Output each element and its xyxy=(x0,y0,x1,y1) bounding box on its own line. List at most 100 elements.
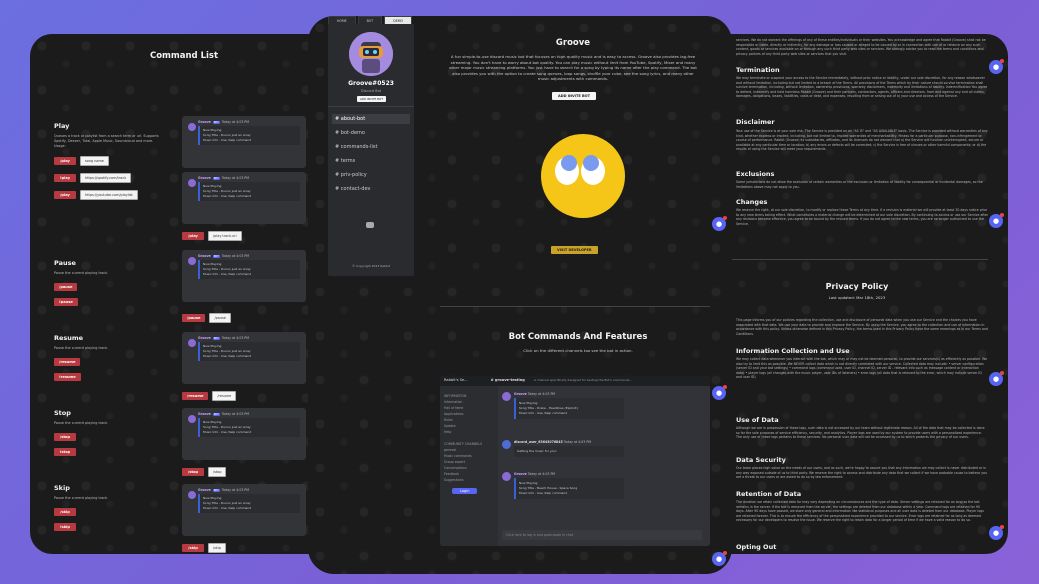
demo-command-row: /stop/stop xyxy=(182,467,227,477)
channel-commands-list[interactable]: # commands-list xyxy=(332,142,410,152)
bot-badge: BOT xyxy=(212,120,220,124)
bot-badge: BOT xyxy=(212,336,220,340)
demo-embed: Now Playing Song Title - Dunno just an ar… xyxy=(198,260,300,279)
section-heading: Stop xyxy=(54,409,71,417)
discord-channel-item[interactable]: Suggestions xyxy=(444,478,496,482)
demo-message-card: Groove BOT Today at 4:03 PM Now Playing Son… xyxy=(182,332,306,384)
skip-prefix-button[interactable]: !skip xyxy=(54,523,76,531)
demo-command-row: /pause/pause xyxy=(182,313,231,323)
bot-tag: Discord Bot xyxy=(360,89,382,93)
bot-avatar xyxy=(188,179,196,187)
bot-name: Groove#0523 xyxy=(348,80,394,87)
embed-meta: Music Info - Use /help command xyxy=(203,506,252,510)
discord-channel-item[interactable]: Music commands xyxy=(444,454,496,458)
bot-avatar xyxy=(349,32,393,76)
discord-icon[interactable]: ● xyxy=(989,59,1004,74)
discord-icon[interactable]: ● xyxy=(712,216,727,231)
discord-channel-item[interactable]: Group expert xyxy=(444,460,496,464)
terms-privacy-panel: services. We do not warrant the offering… xyxy=(706,34,1008,554)
chat-input[interactable]: Click here to log in and participate in … xyxy=(502,530,702,540)
pause-slash-button[interactable]: /pause xyxy=(54,283,78,291)
stop-prefix-button[interactable]: !stop xyxy=(54,448,76,456)
embed-meta: Music Info - Use /help command xyxy=(203,430,252,434)
section-text: We may terminate or suspend your access … xyxy=(736,76,988,99)
section-heading-exclusions: Exclusions xyxy=(736,170,775,178)
discord-channel-item[interactable]: Rules xyxy=(444,418,496,422)
play-arg-input[interactable]: song name xyxy=(80,156,109,166)
section-heading: Pause xyxy=(54,259,76,267)
demo-command-input[interactable]: /resume xyxy=(212,391,237,401)
visit-developer-button[interactable]: VISIT DEVELOPER xyxy=(551,246,598,254)
discord-icon[interactable]: ● xyxy=(989,213,1004,228)
discord-channel-item[interactable]: Conversations xyxy=(444,466,496,470)
bot-avatar xyxy=(188,339,196,347)
play-prefix-button[interactable]: !play xyxy=(54,174,76,182)
discord-icon[interactable]: ● xyxy=(712,385,727,400)
copyright-text: © Copyright 2023 Rabbit xyxy=(352,264,390,268)
googly-eyes-emoji-icon xyxy=(541,134,625,218)
play-slash-button[interactable]: /play xyxy=(54,191,76,199)
demo-command-button[interactable]: /pause xyxy=(182,314,206,322)
section-text: The duration we retain collected data fo… xyxy=(736,500,984,523)
login-button[interactable]: Login xyxy=(452,488,478,494)
embed-meta: Music Info - Use /help command xyxy=(203,354,252,358)
discord-channel-item[interactable]: Update xyxy=(444,424,496,428)
message-embed: Now Playing Song Title - Drake - Headline… xyxy=(514,398,624,419)
demo-message-card: Groove BOT Today at 4:03 PM Now Playing Son… xyxy=(182,250,306,302)
channel-about-bot[interactable]: # about-bot xyxy=(332,114,410,124)
robot-avatar-icon xyxy=(349,32,393,76)
resume-prefix-button[interactable]: !resume xyxy=(54,373,81,381)
demo-embed: Now Playing Song Title - Dunno just an ar… xyxy=(198,342,300,361)
discord-small-icon[interactable] xyxy=(366,222,374,228)
demo-command-input[interactable]: /skip xyxy=(208,543,226,553)
invite-bot-button[interactable]: ADD INVITE BOT xyxy=(552,92,597,100)
section-heading-use-of-data: Use of Data xyxy=(736,416,779,424)
embed-meta: Music Info - Use /help command xyxy=(203,194,252,198)
play-arg-input[interactable]: https://youtube.com/playlist xyxy=(80,190,138,200)
play-arg-input[interactable]: https://spotify.com/track xyxy=(80,173,132,183)
message-text: Getting the music for you! xyxy=(514,446,624,457)
resume-slash-button[interactable]: /resume xyxy=(54,358,81,366)
demo-command-input[interactable]: /stop xyxy=(208,467,227,477)
demo-command-input[interactable]: /play track.uri xyxy=(208,231,242,241)
section-heading: Play xyxy=(54,122,70,130)
skip-slash-button[interactable]: /skip xyxy=(54,508,76,516)
demo-command-input[interactable]: /pause xyxy=(209,313,231,323)
stop-slash-button[interactable]: /stop xyxy=(54,433,76,441)
demo-command-button[interactable]: /resume xyxy=(182,392,209,400)
discord-icon[interactable]: ● xyxy=(712,551,727,566)
section-heading-data-security: Data Security xyxy=(736,456,786,464)
discord-header: Rabbit's Se... # groove-testing A channe… xyxy=(440,376,710,386)
pause-prefix-button[interactable]: !pause xyxy=(54,298,78,306)
demo-time: Today at 4:03 PM xyxy=(221,412,250,416)
section-heading-retention: Retention of Data xyxy=(736,490,802,498)
discord-channel-item[interactable]: Applications xyxy=(444,412,496,416)
section-text: We reserve the right, at our sole discre… xyxy=(736,208,988,226)
play-slash-button[interactable]: /play xyxy=(54,157,76,165)
demo-command-button[interactable]: /stop xyxy=(182,468,204,476)
discord-channel-item[interactable]: Help xyxy=(444,430,496,434)
bot-avatar xyxy=(502,472,511,481)
discord-channel-item[interactable]: Information xyxy=(444,400,496,404)
section-heading-changes: Changes xyxy=(736,198,768,206)
demo-command-button[interactable]: /play xyxy=(182,232,204,240)
message-embed: Now Playing Song Title - Beach House - Sp… xyxy=(514,478,624,499)
demo-username: Groove xyxy=(198,412,211,416)
bot-badge: BOT xyxy=(212,412,220,416)
server-name: Rabbit's Se... xyxy=(444,378,468,382)
discord-channel-item[interactable]: Hall of fame xyxy=(444,406,496,410)
discord-message: Groove Today at 4:03 PM Now Playing Song … xyxy=(502,392,702,419)
discord-icon[interactable]: ● xyxy=(989,525,1004,540)
invite-bot-button-small[interactable]: ADD INVITE BOT xyxy=(357,96,386,102)
channel-priv-policy[interactable]: # priv-policy xyxy=(332,170,410,180)
discord-channel-item[interactable]: Feedback xyxy=(444,472,496,476)
demo-command-button[interactable]: /skip xyxy=(182,544,204,552)
command-section-resume: Resume Pause the current playing track. … xyxy=(54,334,174,381)
channel-bot-demo[interactable]: # bot-demo xyxy=(332,128,410,138)
channel-contact-dev[interactable]: # contact-dev xyxy=(332,184,410,194)
section-desc: Pause the current playing track. xyxy=(54,346,109,350)
channel-terms[interactable]: # terms xyxy=(332,156,410,166)
discord-channel-item[interactable]: general xyxy=(444,448,496,452)
discord-icon[interactable]: ● xyxy=(989,371,1004,386)
bot-avatar xyxy=(188,415,196,423)
